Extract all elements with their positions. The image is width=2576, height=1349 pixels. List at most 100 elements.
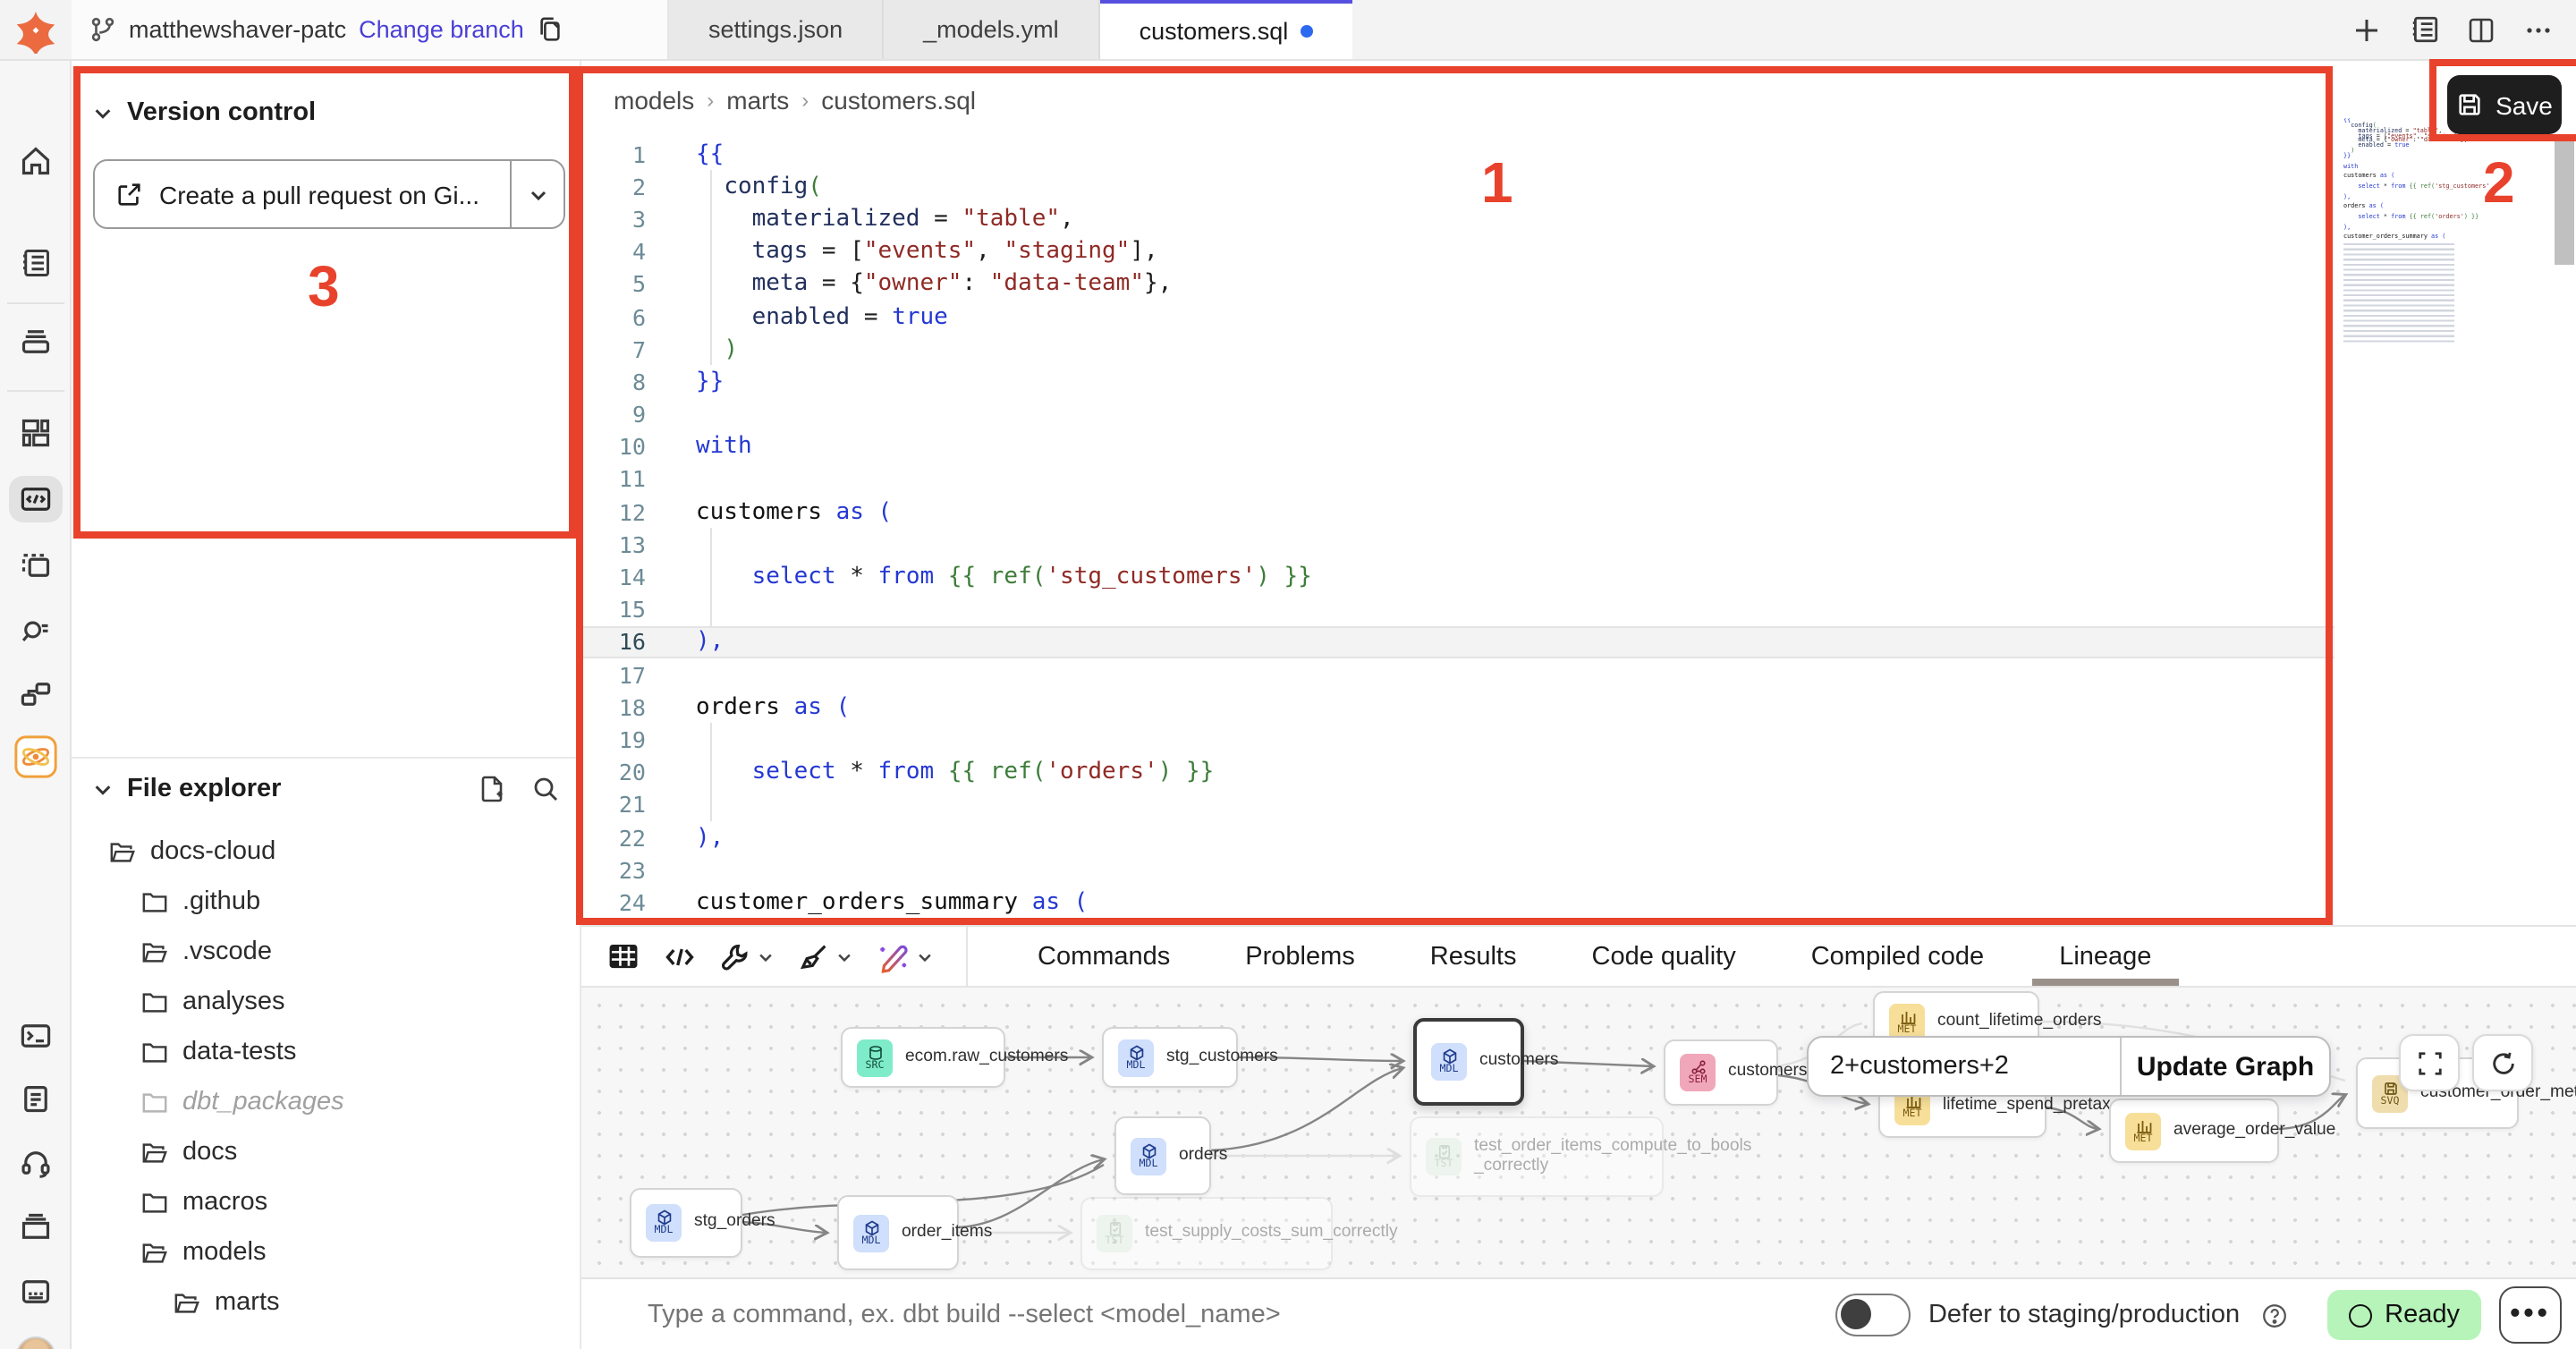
- code-line[interactable]: 22),: [581, 821, 2334, 853]
- notebook-panel-icon[interactable]: [2408, 13, 2440, 46]
- file-tree-item-.vscode[interactable]: .vscode: [72, 927, 581, 977]
- code-line[interactable]: 13: [581, 529, 2334, 561]
- flow-icon[interactable]: [14, 673, 57, 716]
- ellipsis-icon[interactable]: [2522, 13, 2555, 46]
- create-pr-dropdown[interactable]: [510, 161, 564, 227]
- folder-stack-icon[interactable]: [14, 1206, 57, 1249]
- file-tree-item-models[interactable]: models: [72, 1227, 581, 1277]
- code-line[interactable]: 18orders as (: [581, 691, 2334, 723]
- code-line[interactable]: 16),: [581, 626, 2334, 658]
- code-line[interactable]: 17: [581, 658, 2334, 691]
- terminal-icon[interactable]: [14, 1014, 57, 1057]
- code-line[interactable]: 15: [581, 593, 2334, 625]
- card-icon[interactable]: [14, 1270, 57, 1313]
- code-line[interactable]: 2 config(: [581, 170, 2334, 202]
- code-line[interactable]: 21: [581, 789, 2334, 821]
- editor-scrollbar[interactable]: [2555, 140, 2574, 265]
- file-tree-item-marts[interactable]: marts: [72, 1277, 581, 1328]
- lineage-node-average-order-value[interactable]: METaverage_order_value: [2109, 1099, 2279, 1163]
- code-line[interactable]: 20 select * from {{ ref('orders') }}: [581, 756, 2334, 788]
- defer-toggle[interactable]: [1835, 1294, 1911, 1336]
- code-icon[interactable]: [664, 940, 696, 972]
- change-branch-link[interactable]: Change branch: [359, 16, 524, 43]
- save-button[interactable]: Save: [2447, 75, 2562, 134]
- code-line[interactable]: 7 ): [581, 333, 2334, 365]
- search-icon[interactable]: [531, 775, 560, 803]
- panel-tab-commands[interactable]: Commands: [1000, 927, 1208, 986]
- lineage-node-customers-semantic[interactable]: SEMcustomers: [1664, 1039, 1778, 1106]
- code-line[interactable]: 14 select * from {{ ref('stg_customers')…: [581, 561, 2334, 593]
- file-tree-item-macros[interactable]: macros: [72, 1177, 581, 1227]
- file-tree-item-docs-cloud[interactable]: docs-cloud: [72, 827, 581, 877]
- fullscreen-icon[interactable]: [2399, 1034, 2460, 1091]
- home-icon[interactable]: [14, 140, 57, 182]
- editor-minimap[interactable]: {{ config( materialized = "table", tags …: [2343, 118, 2490, 870]
- code-line[interactable]: 1{{: [581, 138, 2334, 170]
- code-editor[interactable]: models› marts› customers.sql 1{{2 config…: [581, 61, 2334, 925]
- breadcrumb-item[interactable]: models: [614, 86, 694, 115]
- version-control-header[interactable]: Version control: [72, 82, 580, 143]
- lint-broom-icon[interactable]: [798, 940, 853, 972]
- panel-tab-lineage[interactable]: Lineage: [2021, 927, 2189, 986]
- lineage-node-test-order-items[interactable]: TSTtest_order_items_compute_to_bools _co…: [1410, 1116, 1664, 1197]
- help-icon[interactable]: [2261, 1302, 2288, 1328]
- status-badge[interactable]: Ready: [2327, 1290, 2481, 1340]
- code-line[interactable]: 12customers as (: [581, 496, 2334, 528]
- grid-icon[interactable]: [14, 411, 57, 454]
- copilot-pen-icon[interactable]: [877, 939, 934, 973]
- lineage-node-stg-customers[interactable]: MDLstg_customers: [1102, 1027, 1238, 1088]
- clipboard-icon[interactable]: [14, 1077, 57, 1120]
- copy-icon[interactable]: [537, 16, 564, 43]
- lineage-node-ecom-raw-customers[interactable]: SRCecom.raw_customers: [841, 1027, 1005, 1088]
- build-wrench-icon[interactable]: [719, 940, 775, 972]
- more-options-button[interactable]: •••: [2499, 1286, 2562, 1344]
- panel-tab-problems[interactable]: Problems: [1208, 927, 1393, 986]
- lineage-selector-input[interactable]: 2+customers+2: [1809, 1038, 2122, 1095]
- code-line[interactable]: 4 tags = ["events", "staging"],: [581, 235, 2334, 267]
- tab-_models.yml[interactable]: _models.yml: [884, 0, 1100, 59]
- lineage-node-customers-model[interactable]: MDLcustomers: [1413, 1018, 1524, 1106]
- command-input[interactable]: Type a command, ex. dbt build --select <…: [648, 1301, 1281, 1329]
- lineage-canvas[interactable]: SRCecom.raw_customers MDLstg_customers MDL…: [581, 988, 2576, 1277]
- notebook-icon[interactable]: [14, 242, 57, 284]
- lineage-node-stg-orders[interactable]: MDLstg_orders: [630, 1188, 742, 1258]
- panel-tab-results[interactable]: Results: [1393, 927, 1555, 986]
- file-tree-item-dbt_packages[interactable]: dbt_packages: [72, 1077, 581, 1127]
- code-line[interactable]: 8}}: [581, 366, 2334, 398]
- file-tree-item-data-tests[interactable]: data-tests: [72, 1027, 581, 1077]
- lineage-node-order-items[interactable]: MDLorder_items: [837, 1195, 959, 1270]
- code-line[interactable]: 6 enabled = true: [581, 301, 2334, 333]
- dbt-logo[interactable]: [0, 0, 72, 59]
- user-avatar[interactable]: [14, 1335, 57, 1349]
- code-line[interactable]: 23: [581, 853, 2334, 886]
- copilot-atom-icon[interactable]: [14, 735, 57, 778]
- panel-tab-compiled-code[interactable]: Compiled code: [1774, 927, 2021, 986]
- code-line[interactable]: 3 materialized = "table",: [581, 203, 2334, 235]
- code-line[interactable]: 5 meta = {"owner": "data-team"},: [581, 268, 2334, 301]
- lineage-node-test-supply-costs[interactable]: TSTtest_supply_costs_sum_correctly: [1080, 1197, 1333, 1270]
- tab-customers.sql[interactable]: customers.sql: [1100, 0, 1353, 59]
- breadcrumb-item[interactable]: customers.sql: [821, 86, 976, 115]
- search-doc-icon[interactable]: [14, 608, 57, 651]
- tab-settings.json[interactable]: settings.json: [669, 0, 884, 59]
- panel-tab-code-quality[interactable]: Code quality: [1555, 927, 1774, 986]
- file-tree-item-.github[interactable]: .github: [72, 877, 581, 927]
- file-tree-item-analyses[interactable]: analyses: [72, 977, 581, 1027]
- file-explorer-header[interactable]: File explorer: [72, 759, 581, 819]
- file-tree-item-docs[interactable]: docs: [72, 1127, 581, 1177]
- code-editor-icon[interactable]: [9, 476, 63, 522]
- code-line[interactable]: 11: [581, 463, 2334, 496]
- breadcrumb-item[interactable]: marts: [726, 86, 789, 115]
- code-line[interactable]: 19: [581, 724, 2334, 756]
- create-pr-button[interactable]: Create a pull request on Gi...: [95, 161, 510, 227]
- code-line[interactable]: 24customer_orders_summary as (: [581, 887, 2334, 919]
- table-preview-icon[interactable]: [606, 939, 640, 973]
- frame-icon[interactable]: [14, 544, 57, 587]
- plus-icon[interactable]: [2351, 13, 2383, 46]
- lineage-node-orders[interactable]: MDLorders: [1114, 1116, 1211, 1195]
- code-line[interactable]: 9: [581, 398, 2334, 430]
- tray-icon[interactable]: [14, 320, 57, 363]
- code-line[interactable]: 10with: [581, 430, 2334, 462]
- split-view-icon[interactable]: [2465, 13, 2497, 46]
- refresh-icon[interactable]: [2472, 1034, 2533, 1091]
